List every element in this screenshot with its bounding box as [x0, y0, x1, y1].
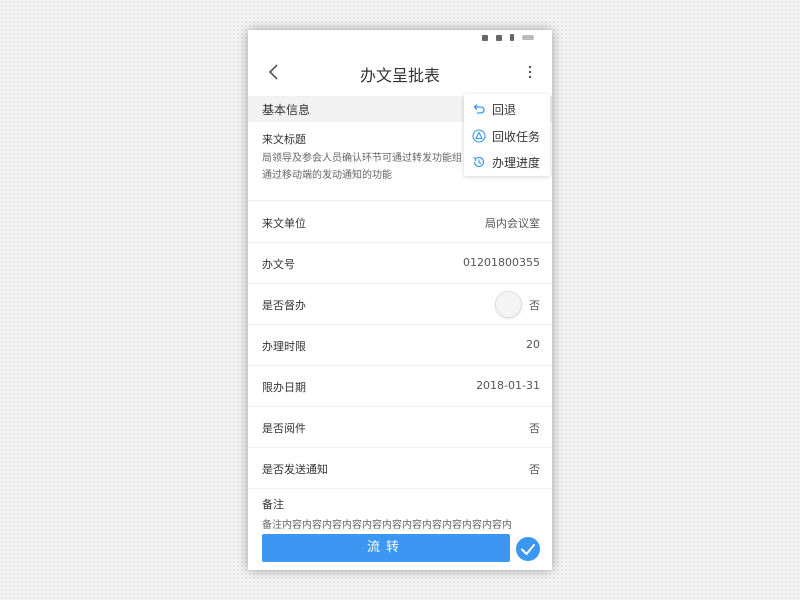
remark-label: 备注: [262, 498, 284, 511]
more-vertical-icon: [528, 65, 532, 79]
menu-item-recall-task[interactable]: 回收任务: [472, 125, 548, 147]
row-value: 否: [529, 463, 540, 476]
action-menu: 回退 回收任务 办理进度: [464, 94, 550, 176]
status-bar: [248, 30, 552, 48]
row-label: 是否阅件: [262, 422, 306, 435]
row-deadline: 限办日期 2018-01-31: [248, 366, 552, 407]
row-label: 是否督办: [262, 299, 306, 312]
menu-item-label: 回退: [492, 103, 517, 117]
row-label: 是否发送通知: [262, 463, 328, 476]
navbar: 办文呈批表: [248, 48, 552, 97]
recycle-icon: [472, 129, 486, 143]
row-label: 办文号: [262, 258, 295, 271]
row-doc-number: 办文号 01201800355: [248, 243, 552, 284]
row-source-unit: 来文单位 局内会议室: [248, 202, 552, 243]
row-supervise: 是否督办 否: [248, 284, 552, 325]
undo-icon: [473, 104, 485, 114]
doc-title-line-1: 局领导及参会人员确认环节可通过转发功能组: [262, 153, 462, 164]
doc-title-label: 来文标题: [262, 133, 306, 146]
check-icon: [521, 544, 535, 555]
row-label: 来文单位: [262, 217, 306, 230]
remark-text: 备注内容内容内容内容内容内容内容内容内容内容内容内: [262, 520, 512, 531]
confirm-button[interactable]: [516, 537, 540, 561]
supervise-toggle[interactable]: [495, 291, 522, 318]
menu-item-rollback[interactable]: 回退: [472, 98, 548, 120]
row-value: 20: [526, 338, 540, 351]
submit-button[interactable]: 流转: [262, 534, 510, 562]
wifi-icon: [496, 34, 502, 41]
row-time-limit: 办理时限 20: [248, 325, 552, 366]
row-value: 01201800355: [463, 256, 540, 269]
menu-item-label: 办理进度: [492, 156, 541, 170]
phone-screen: 办文呈批表 基本信息 来文标题 局领导及参会人员确认环节可通过转发功能组 通过移…: [248, 30, 552, 570]
row-label: 办理时限: [262, 340, 306, 353]
more-button[interactable]: [520, 60, 540, 84]
section-label: 基本信息: [262, 103, 311, 117]
clock-indicator: [522, 35, 534, 40]
row-label: 限办日期: [262, 381, 306, 394]
row-read-only: 是否阅件 否: [248, 407, 552, 448]
doc-title-line-2: 通过移动端的发动通知的功能: [262, 170, 392, 181]
row-value: 2018-01-31: [476, 379, 540, 392]
page-title: 办文呈批表: [359, 66, 440, 85]
row-send-notice: 是否发送通知 否: [248, 448, 552, 489]
menu-item-label: 回收任务: [492, 130, 541, 144]
row-value: 局内会议室: [485, 217, 540, 230]
signal-icon: [482, 34, 488, 41]
menu-item-progress[interactable]: 办理进度: [472, 151, 548, 173]
row-value: 否: [529, 422, 540, 435]
row-value: 否: [529, 299, 540, 312]
history-icon: [473, 156, 485, 168]
battery-icon: [510, 34, 514, 41]
